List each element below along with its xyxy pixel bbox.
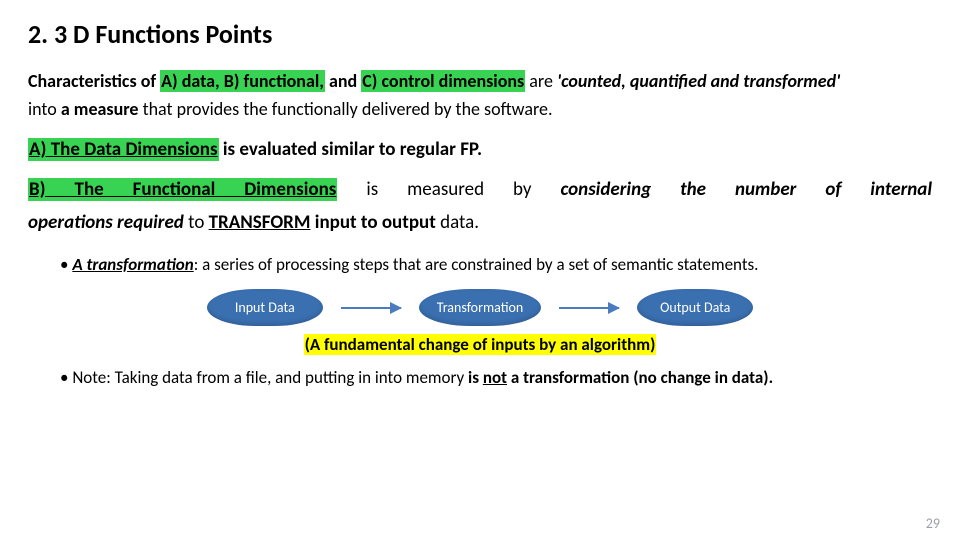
- intro-strong-tail: 'counted, quantified and transformed': [557, 70, 840, 92]
- flow-diagram: Input Data Transformation Output Data: [28, 289, 932, 326]
- section-a-label: A) The Data Dimensions: [28, 138, 219, 161]
- section-b-l2a: operations required: [28, 211, 184, 234]
- arrow-icon: [559, 307, 619, 309]
- bullet1-rest: : a series of processing steps that are …: [194, 254, 759, 275]
- section-b-line1: B) The Functional Dimensions is measured…: [28, 175, 932, 204]
- bullet-note: Note: Taking data from a file, and putti…: [60, 365, 932, 391]
- node-input: Input Data: [207, 289, 323, 326]
- bullet1-lead: A transformation: [72, 254, 193, 275]
- intro-line2c: that provides the functionally delivered…: [139, 98, 553, 120]
- section-b-rest1: is measured by: [337, 178, 560, 201]
- intro-lead: Characteristics of: [28, 70, 160, 92]
- section-b-em: considering the number of internal: [561, 178, 933, 201]
- page-number: 29: [926, 515, 940, 532]
- intro-mid: and: [325, 70, 361, 92]
- caption-text: (A fundamental change of inputs by an al…: [304, 334, 657, 355]
- bullet2-strong1: is: [468, 367, 483, 388]
- intro-tail1: are: [525, 70, 557, 92]
- intro-highlight-2: C) control dimensions: [361, 70, 525, 92]
- section-b-label: B) The Functional Dimensions: [28, 178, 337, 201]
- bullet2-strong2: a transformation (no change in data).: [507, 367, 773, 388]
- intro-line2a: into: [28, 98, 61, 120]
- section-a: A) The Data Dimensions is evaluated simi…: [28, 138, 932, 161]
- intro-line2b: a measure: [61, 98, 139, 120]
- slide: 2. 3 D Functions Points Characteristics …: [0, 0, 960, 540]
- bullet-transformation: A transformation: a series of processing…: [60, 252, 932, 278]
- section-b-l2b: to: [184, 211, 209, 234]
- section-b-line2: operations required to TRANSFORM input t…: [28, 208, 932, 237]
- node-transformation: Transformation: [419, 289, 542, 326]
- section-b-l2e: data.: [436, 211, 479, 234]
- slide-title: 2. 3 D Functions Points: [28, 18, 932, 50]
- intro-highlight-1: A) data, B) functional,: [160, 70, 325, 92]
- section-a-rest: is evaluated similar to regular FP.: [219, 138, 482, 161]
- arrow-icon: [341, 307, 401, 309]
- diagram-caption: (A fundamental change of inputs by an al…: [28, 334, 932, 355]
- bullet2-not: not: [483, 367, 507, 388]
- section-b-l2c: TRANSFORM: [209, 211, 311, 234]
- node-output: Output Data: [637, 289, 753, 326]
- intro-paragraph: Characteristics of A) data, B) functiona…: [28, 68, 932, 124]
- section-b-l2d: input to output: [311, 211, 436, 234]
- bullet2-lead: Note: Taking data from a file, and putti…: [72, 367, 468, 388]
